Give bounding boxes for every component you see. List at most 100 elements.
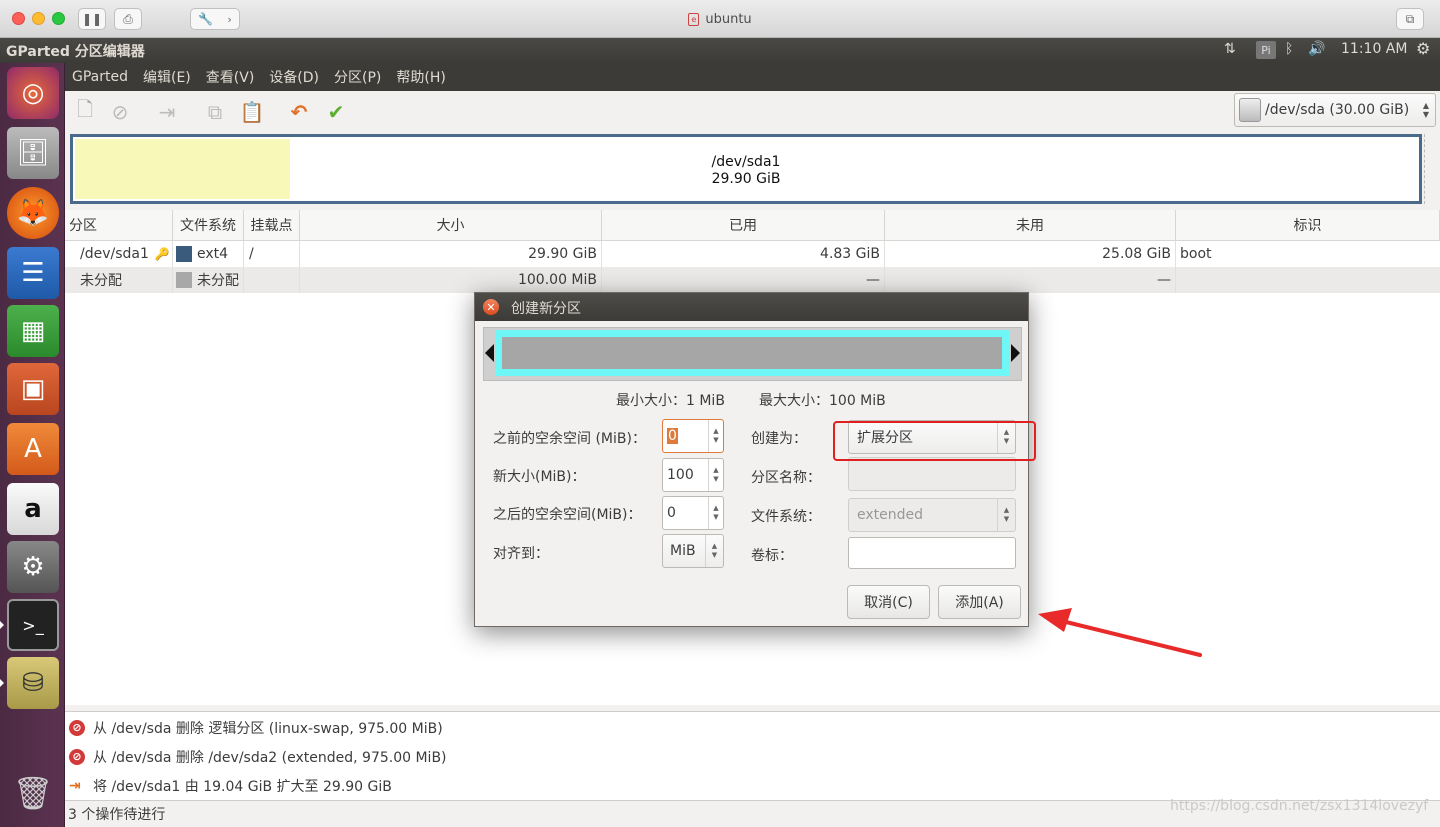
disk-map[interactable]: /dev/sda1 29.90 GiB xyxy=(70,134,1422,204)
amazon-icon[interactable]: a xyxy=(7,483,59,535)
annotation-arrow-icon xyxy=(1038,608,1202,657)
keyboard-layout-indicator[interactable]: Pi xyxy=(1256,41,1276,59)
close-window-button[interactable] xyxy=(12,12,25,25)
partition-name-input[interactable] xyxy=(848,457,1016,491)
operation-text: 从 /dev/sda 删除 逻辑分区 (linux-swap, 975.00 M… xyxy=(93,720,443,737)
spinner-arrows-icon[interactable]: ▲ ▼ xyxy=(708,459,723,491)
app-title: GParted 分区编辑器 xyxy=(6,44,145,60)
fs-name: 未分配 xyxy=(197,273,239,289)
col-size[interactable]: 大小 xyxy=(300,210,602,241)
add-button[interactable]: 添加(A) xyxy=(938,585,1021,619)
status-text: 3 个操作待进行 xyxy=(68,807,166,823)
cell-filesystem: 未分配 xyxy=(173,267,244,293)
volume-label-input[interactable] xyxy=(848,537,1016,569)
filesystem-select[interactable]: extended ▲ ▼ xyxy=(848,498,1016,532)
free-after-spinner[interactable]: 0 ▲ ▼ xyxy=(662,496,724,530)
col-flags[interactable]: 标识 xyxy=(1176,210,1440,241)
libreoffice-impress-icon[interactable]: ▣ xyxy=(7,363,59,415)
fullscreen-icon[interactable]: ⧉ xyxy=(1396,8,1424,30)
bluetooth-icon[interactable]: ᛒ xyxy=(1285,41,1293,57)
col-partition[interactable]: 分区 xyxy=(65,210,173,241)
paste-icon[interactable]: 📋 xyxy=(240,100,265,124)
copy-icon[interactable]: ⧉ xyxy=(203,100,227,124)
harddisk-icon xyxy=(1239,98,1261,122)
firefox-icon[interactable]: 🦊 xyxy=(7,187,59,239)
free-before-value: 0 xyxy=(663,428,708,444)
col-filesystem[interactable]: 文件系统 xyxy=(173,210,244,241)
mac-window-titlebar: ❚❚ ⎙ 🔧 › ⧉ xyxy=(0,0,1440,38)
file-manager-icon[interactable]: 🗄 xyxy=(7,127,59,179)
watermark-text: https://blog.csdn.net/zsx1314lovezyf xyxy=(1170,798,1429,814)
libreoffice-writer-icon[interactable]: ☰ xyxy=(7,247,59,299)
zoom-window-button[interactable] xyxy=(52,12,65,25)
minimize-window-button[interactable] xyxy=(32,12,45,25)
key-lock-icon: 🔑 xyxy=(154,247,170,261)
operation-item[interactable]: ⇥ 将 /dev/sda1 由 19.04 GiB 扩大至 29.90 GiB xyxy=(65,771,392,800)
new-size-spinner[interactable]: 100 ▲ ▼ xyxy=(662,458,724,492)
col-mountpoint[interactable]: 挂载点 xyxy=(244,210,300,241)
partition-resizer[interactable] xyxy=(483,327,1022,381)
spinner-arrows-icon[interactable]: ▲ ▼ xyxy=(708,497,723,529)
network-transfer-icon[interactable]: ⇅ xyxy=(1224,41,1236,57)
cell-flags xyxy=(1176,267,1440,293)
trash-icon[interactable]: 🗑 xyxy=(7,767,59,819)
device-selector[interactable]: /dev/sda (30.00 GiB) ▲ ▼ xyxy=(1234,93,1436,127)
spinner-arrows-icon[interactable]: ▲ ▼ xyxy=(708,420,723,452)
menu-edit[interactable]: 编辑(E) xyxy=(143,67,199,87)
software-center-icon[interactable]: A xyxy=(7,423,59,475)
pause-icon[interactable]: ❚❚ xyxy=(78,8,106,30)
operation-item[interactable]: ⊘ 从 /dev/sda 删除 /dev/sda2 (extended, 975.… xyxy=(65,742,447,771)
volume-icon[interactable]: 🔊 xyxy=(1308,41,1325,57)
ubuntu-dash-icon[interactable]: ◎ xyxy=(7,67,59,119)
free-before-label: 之前的空余空间 (MiB)： xyxy=(493,431,646,447)
menu-device[interactable]: 设备(D) xyxy=(269,67,327,87)
align-select[interactable]: MiB ▲ ▼ xyxy=(662,534,724,568)
cell-used: 4.83 GiB xyxy=(602,241,885,267)
chevron-updown-icon: ▲ ▼ xyxy=(705,535,723,567)
col-used[interactable]: 已用 xyxy=(602,210,885,241)
undo-icon[interactable]: ↶ xyxy=(287,100,311,124)
resize-right-handle-icon[interactable] xyxy=(1011,344,1020,362)
menu-partition[interactable]: 分区(P) xyxy=(334,67,389,87)
table-row[interactable]: 未分配 未分配 100.00 MiB — — xyxy=(65,267,1440,293)
filesystem-label: 文件系统： xyxy=(751,509,821,525)
chevron-updown-icon: ▲ ▼ xyxy=(997,499,1015,531)
snapshot-icon[interactable]: ⎙ xyxy=(114,8,142,30)
menu-view[interactable]: 查看(V) xyxy=(206,67,263,87)
table-row[interactable]: /dev/sda1 🔑 ext4 / 29.90 GiB 4.83 GiB 25.… xyxy=(65,241,1440,267)
settings-wrench-icon[interactable]: 🔧 › xyxy=(190,8,240,30)
menu-gparted[interactable]: GParted xyxy=(72,69,136,85)
cell-mountpoint: / xyxy=(244,241,300,267)
system-settings-icon[interactable]: ⚙ xyxy=(7,541,59,593)
align-label: 对齐到： xyxy=(493,546,549,562)
new-partition-icon[interactable]: 🗋 xyxy=(73,97,97,124)
system-gear-icon[interactable]: ⚙ xyxy=(1416,39,1430,58)
resize-move-icon[interactable]: ⇥ xyxy=(155,100,179,124)
terminal-icon[interactable]: >_ xyxy=(7,599,59,651)
cancel-button[interactable]: 取消(C) xyxy=(847,585,930,619)
clock[interactable]: 11:10 AM xyxy=(1341,41,1407,57)
delete-op-icon: ⊘ xyxy=(69,748,85,765)
align-value: MiB xyxy=(670,543,696,559)
gparted-icon[interactable]: ⛁ xyxy=(7,657,59,709)
free-before-spinner[interactable]: 0 ▲ ▼ xyxy=(662,419,724,453)
delete-partition-icon[interactable]: ⊘ xyxy=(108,100,132,124)
operation-item[interactable]: ⊘ 从 /dev/sda 删除 逻辑分区 (linux-swap, 975.00 … xyxy=(65,713,443,742)
resizer-partition-block[interactable] xyxy=(495,330,1009,376)
device-label: /dev/sda (30.00 GiB) xyxy=(1265,102,1410,118)
libreoffice-calc-icon[interactable]: ▦ xyxy=(7,305,59,357)
cell-partition: /dev/sda1 🔑 xyxy=(65,241,173,267)
new-size-label: 新大小(MiB)： xyxy=(493,469,586,485)
apply-check-icon[interactable]: ✔ xyxy=(324,100,348,124)
close-icon[interactable]: ✕ xyxy=(483,299,499,315)
free-after-value: 0 xyxy=(667,505,676,521)
free-after-label: 之后的空余空间(MiB)： xyxy=(493,507,642,523)
new-size-value: 100 xyxy=(667,467,694,483)
menu-help[interactable]: 帮助(H) xyxy=(396,67,453,87)
chevron-updown-icon: ▲ ▼ xyxy=(1422,101,1429,119)
disk-map-scroll[interactable] xyxy=(1424,134,1436,204)
cell-filesystem: ext4 xyxy=(173,241,244,267)
cell-used: — xyxy=(602,267,885,293)
col-unused[interactable]: 未用 xyxy=(885,210,1176,241)
resize-left-handle-icon[interactable] xyxy=(485,344,494,362)
